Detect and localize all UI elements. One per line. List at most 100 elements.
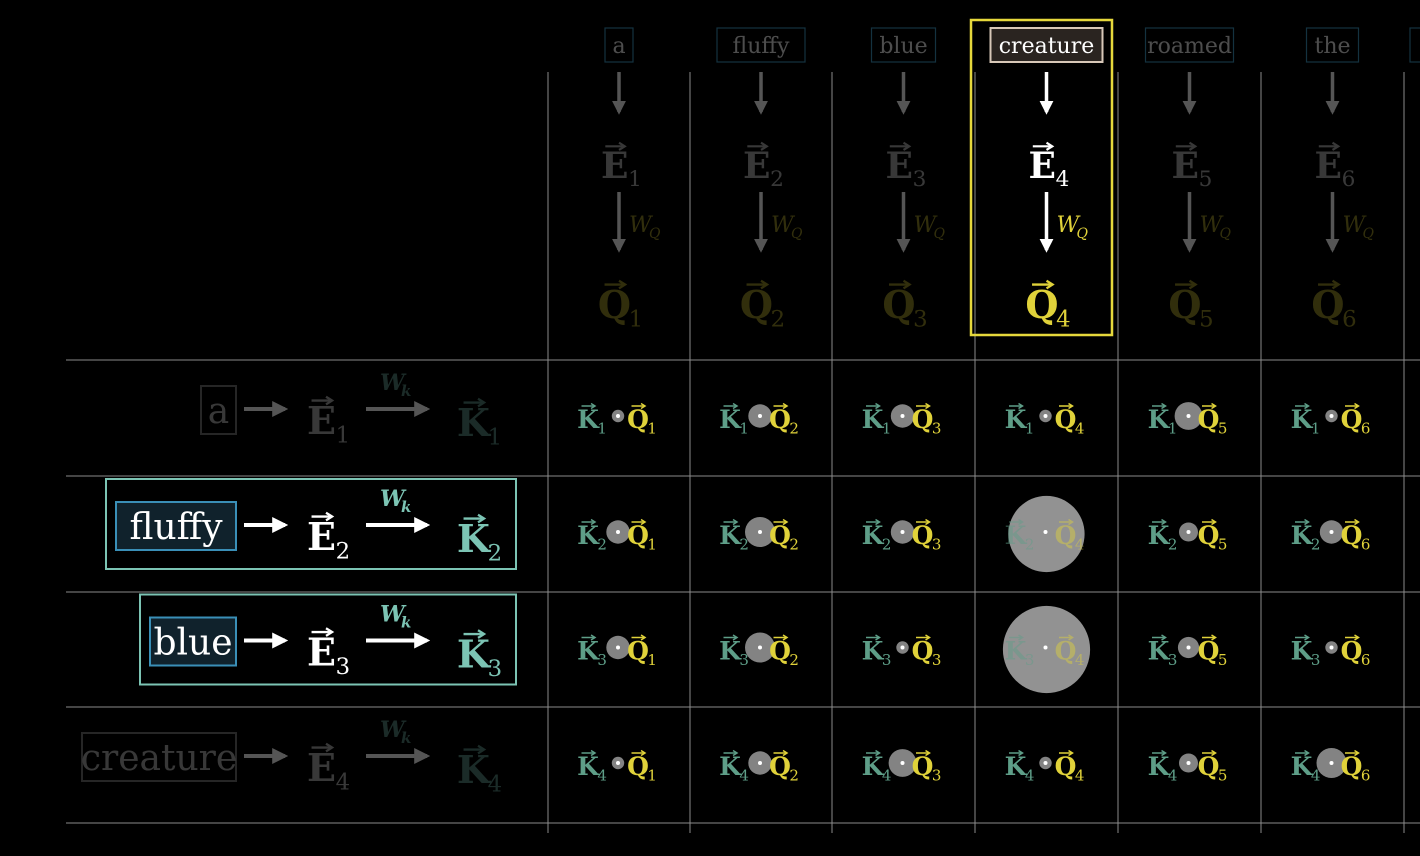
cell-query-vector: Q3 (912, 402, 941, 438)
cell-query-vector-letter: Q (912, 521, 934, 550)
dot-product-cell: K2 Q4 (1005, 495, 1085, 573)
cell-query-vector-letter: Q (1341, 521, 1363, 550)
cell-key-vector: K3 (719, 634, 749, 669)
cell-query-vector: Q3 (912, 518, 941, 554)
cell-key-vector-subscript: 1 (1025, 420, 1035, 438)
cell-query-vector: Q1 (627, 634, 657, 669)
cell-query-vector-letter: Q (912, 405, 934, 434)
dot-center (1329, 530, 1334, 534)
dot-product-cell: K1 Q4 (1005, 402, 1084, 438)
cell-query-vector-subscript: 1 (647, 536, 657, 554)
cell-key-vector-subscript: 1 (1311, 420, 1321, 438)
cell-query-vector-subscript: 5 (1218, 651, 1228, 669)
query-vector-4-letter: Q (1025, 282, 1058, 327)
cell-key-vector: K3 (862, 634, 892, 669)
cell-key-vector-subscript: 2 (597, 536, 607, 554)
dot-center (1186, 530, 1191, 534)
dot-product-cell: K4 Q2 (719, 749, 799, 785)
key-embedding-vector-3: E3 (307, 627, 350, 680)
dot-product-cell: K4 Q1 (577, 749, 657, 785)
cell-query-vector: Q1 (627, 402, 657, 438)
query-vector-2-letter: Q (740, 282, 773, 327)
dot-center (1043, 645, 1048, 650)
cell-query-vector-letter: Q (769, 752, 791, 781)
cell-query-vector-letter: Q (769, 637, 791, 666)
cell-key-vector-subscript: 1 (739, 420, 749, 438)
dot-product-cell: K3 Q4 (1002, 605, 1091, 694)
query-token-label: creature (999, 34, 1095, 59)
cell-key-vector: K2 (1148, 518, 1177, 554)
query-vector-6-subscript: 6 (1342, 306, 1357, 332)
cell-query-vector-letter: Q (769, 405, 791, 434)
query-token-label: roamed (1147, 34, 1232, 59)
cell-query-vector: Q4 (1055, 749, 1085, 785)
query-vector-4: Q4 (1025, 279, 1071, 332)
cell-query-vector-subscript: 2 (789, 651, 799, 669)
wq-subscript: Q (791, 226, 803, 242)
embedding-vector-3-letter: E (885, 145, 912, 187)
cell-query-vector-letter: Q (1198, 521, 1220, 550)
cell-query-vector-letter: Q (1055, 405, 1077, 434)
cell-key-vector-subscript: 3 (882, 651, 892, 669)
attention-diagram: a E 1 W Q Q 1 fluffy E 2 W Q Q 2 blue E 3 W Q Q 3 creature E 4 W… (0, 0, 1420, 852)
query-vector-5-subscript: 5 (1199, 306, 1214, 332)
cell-key-vector-subscript: 4 (1168, 767, 1178, 785)
embedding-vector-5-letter: E (1171, 145, 1198, 187)
cell-key-vector: K1 (862, 402, 891, 438)
cell-query-vector: Q6 (1341, 749, 1370, 785)
cell-query-vector-subscript: 5 (1218, 420, 1228, 438)
cell-query-vector-subscript: 4 (1075, 536, 1085, 554)
wq-label: WQ (1343, 213, 1375, 242)
cell-query-vector: Q6 (1341, 634, 1371, 669)
cell-key-vector-subscript: 3 (1168, 651, 1178, 669)
query-vector-4-subscript: 4 (1056, 306, 1071, 332)
cell-query-vector-letter: Q (912, 637, 934, 666)
dot-product-cell: K3 Q5 (1148, 634, 1228, 669)
cell-query-vector: Q5 (1198, 749, 1227, 785)
wq-subscript: Q (1077, 226, 1089, 242)
cell-query-vector: Q5 (1198, 402, 1228, 438)
cell-query-vector-letter: Q (1055, 521, 1077, 550)
dot-center (616, 645, 620, 650)
key-vector-2-subscript: 2 (488, 540, 503, 566)
cell-query-vector: Q2 (769, 518, 799, 554)
query-vector-5-letter: Q (1168, 282, 1201, 327)
cell-key-vector: K3 (1148, 634, 1178, 669)
cell-key-vector-subscript: 4 (739, 767, 749, 785)
query-column-blue: blueE 3WQQ3 (870, 27, 946, 332)
key-embedding-vector-4-subscript: 4 (336, 769, 351, 795)
cell-key-vector: K1 (1291, 402, 1321, 438)
cell-key-vector: K4 (1148, 749, 1178, 785)
cell-query-vector-letter: Q (912, 752, 934, 781)
wq-label: WQ (914, 213, 946, 242)
query-vector-3-subscript: 3 (913, 306, 928, 332)
cell-key-vector-subscript: 4 (597, 767, 607, 785)
dot-center (1043, 414, 1048, 418)
cell-key-vector-subscript: 1 (1168, 420, 1178, 438)
dot-center (1186, 645, 1191, 650)
wq-label: WQ (771, 213, 803, 242)
wq-label: WQ (629, 213, 661, 242)
dot-center (900, 761, 905, 765)
cell-key-vector: K1 (1005, 402, 1035, 438)
query-token-label: the (1314, 34, 1350, 59)
query-vector-2: Q2 (740, 279, 785, 332)
cell-query-vector: Q3 (912, 634, 941, 669)
cell-key-vector: K2 (577, 518, 607, 554)
dot-product-cell: K4 Q3 (862, 749, 941, 785)
cell-query-vector-subscript: 4 (1075, 767, 1085, 785)
wq-label: WQ (1057, 213, 1089, 242)
embedding-vector-1: E1 (601, 141, 642, 192)
dot-product-cell: K2 Q6 (1291, 518, 1370, 554)
cell-query-vector-subscript: 6 (1361, 651, 1371, 669)
dot-product-cell: K3 Q2 (719, 632, 799, 669)
cell-key-vector: K4 (1005, 749, 1034, 785)
key-row-a: a E 1WkK1 (200, 370, 502, 450)
key-embedding-vector-2-letter: E (307, 514, 336, 559)
cell-query-vector: Q1 (627, 749, 657, 785)
embedding-vector-1-letter: E (601, 145, 628, 187)
embedding-vector-4: E4 (1028, 141, 1069, 192)
embedding-vector-1-subscript: 1 (628, 167, 642, 192)
dot-product-cell: K1 Q5 (1148, 402, 1228, 438)
dot-product-cell: K1 Q2 (719, 402, 799, 438)
